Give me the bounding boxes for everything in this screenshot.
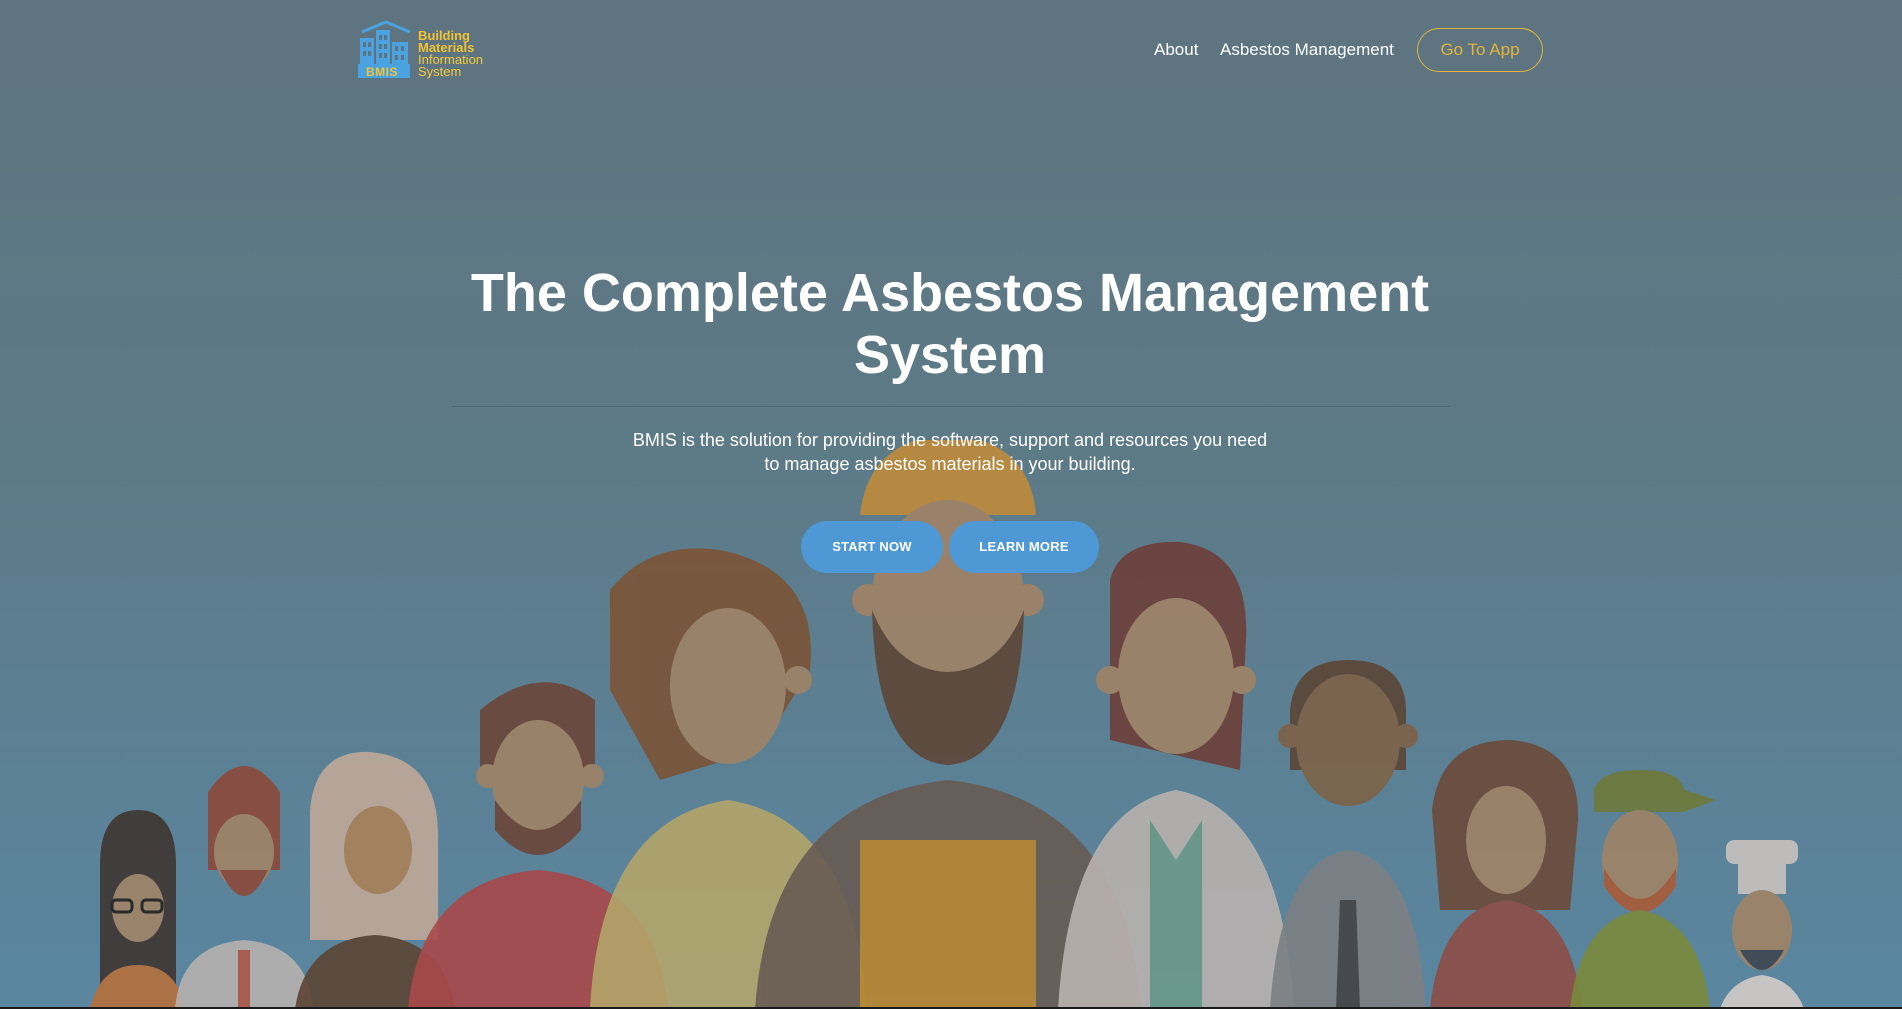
person-woman-brown-hair xyxy=(1430,740,1582,1009)
hero-divider xyxy=(452,406,1450,407)
logo-line-system: System xyxy=(418,64,462,79)
person-woman-glasses xyxy=(90,810,186,1009)
hero-title: The Complete Asbestos Management System xyxy=(470,263,1430,385)
learn-more-button[interactable]: LEARN MORE xyxy=(949,521,1099,573)
nav-link-asbestos-management[interactable]: Asbestos Management xyxy=(1220,40,1394,60)
hero-subtitle: BMIS is the solution for providing the s… xyxy=(610,428,1290,476)
people-illustration xyxy=(90,440,1804,1009)
go-to-app-button[interactable]: Go To App xyxy=(1417,28,1543,72)
top-navigation: BMIS Building Materials Information Syst… xyxy=(0,0,1902,100)
start-now-button[interactable]: START NOW xyxy=(801,521,943,573)
nav-link-about[interactable]: About xyxy=(1154,40,1198,60)
hero-subtitle-line-1: BMIS is the solution for providing the s… xyxy=(632,430,1268,450)
person-woman-white-coat xyxy=(1058,541,1294,1009)
person-man-red-beard xyxy=(175,766,313,1009)
hero-subtitle-line-2: to manage asbestos materials in your bui… xyxy=(764,454,1136,474)
logo-abbreviation: BMIS xyxy=(366,65,398,79)
person-man-green-cap xyxy=(1570,770,1716,1009)
bmis-logo[interactable]: BMIS Building Materials Information Syst… xyxy=(358,20,488,82)
person-chef xyxy=(1720,840,1804,1009)
person-man-suit xyxy=(1270,660,1426,1009)
logo-wordmark: Building Materials Information System xyxy=(418,29,483,79)
